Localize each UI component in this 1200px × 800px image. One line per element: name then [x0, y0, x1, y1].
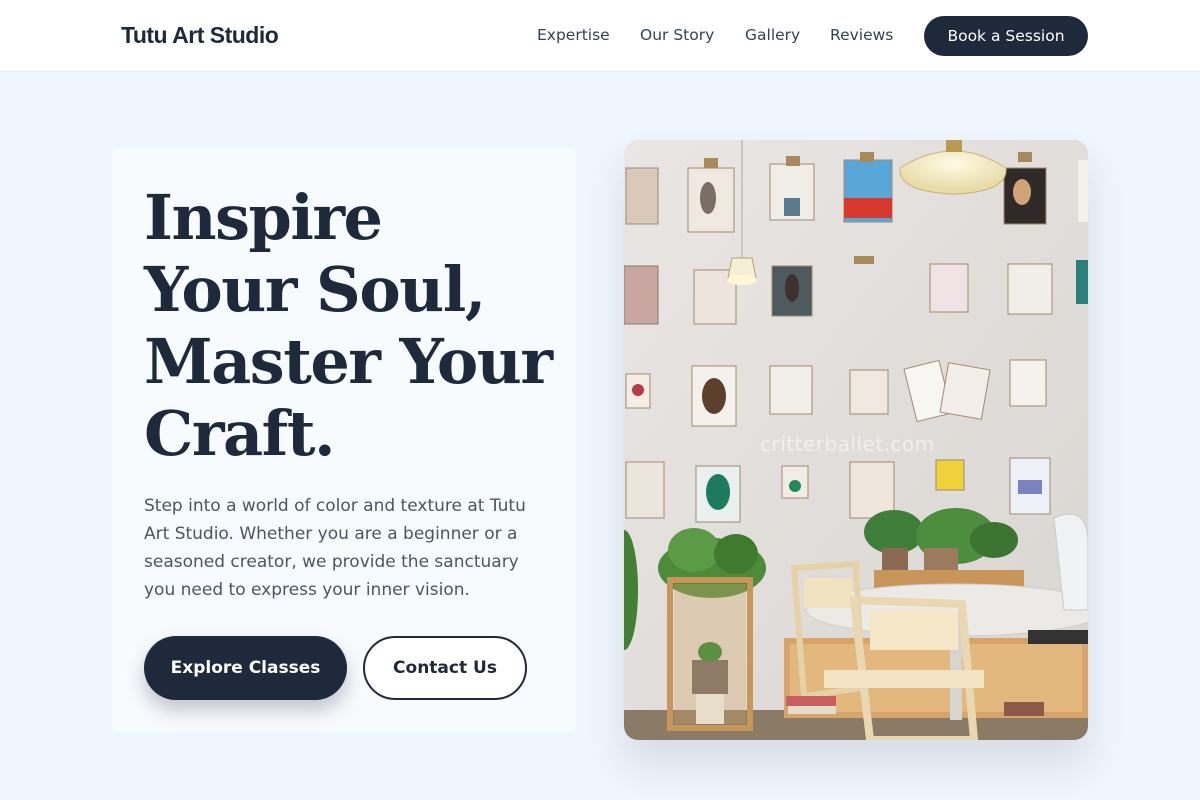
hero-card: Inspire Your Soul, Master Your Craft. St…	[112, 148, 576, 732]
explore-classes-button[interactable]: Explore Classes	[144, 636, 347, 700]
hero-title-line: Your Soul,	[144, 253, 486, 326]
hero-description: Step into a world of color and texture a…	[144, 496, 526, 600]
nav-link-reviews[interactable]: Reviews	[830, 26, 893, 44]
hero-title-line: Inspire	[144, 181, 383, 254]
image-watermark: critterballet.com	[760, 432, 935, 456]
book-session-button[interactable]: Book a Session	[924, 16, 1088, 56]
nav-link-gallery[interactable]: Gallery	[745, 26, 800, 44]
hero-title: Inspire Your Soul, Master Your Craft.	[144, 182, 564, 470]
nav-link-our-story[interactable]: Our Story	[640, 26, 714, 44]
nav-link-expertise[interactable]: Expertise	[537, 26, 610, 44]
brand-logo[interactable]: Tutu Art Studio	[121, 22, 279, 49]
site-header: Tutu Art Studio Expertise Our Story Gall…	[0, 0, 1200, 72]
hero-title-line: Master Your	[144, 325, 553, 398]
contact-us-button[interactable]: Contact Us	[363, 636, 527, 700]
hero-title-line: Craft.	[144, 397, 336, 470]
hero-image: critterballet.com	[624, 140, 1088, 740]
